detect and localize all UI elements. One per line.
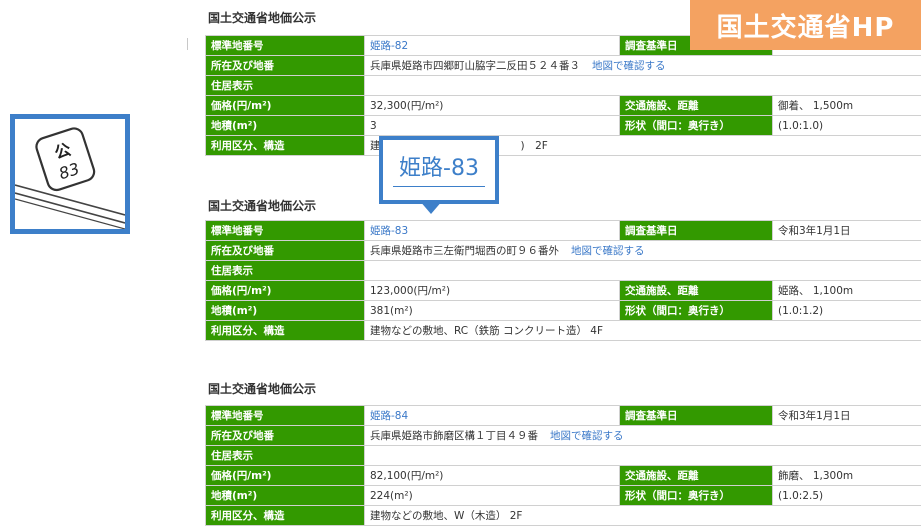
label-shape: 形状（間口：奥行き） (619, 485, 773, 506)
record-id-link[interactable]: 姫路-84 (370, 410, 408, 422)
label-transport: 交通施設、距離 (619, 465, 773, 486)
value-price: 32,300(円/m²) (364, 95, 620, 116)
value-address: 兵庫県姫路市飾磨区構１丁目４９番 (370, 430, 538, 442)
map-link[interactable]: 地図で確認する (550, 430, 624, 442)
record-3-title: 国土交通省地価公示 (208, 382, 317, 396)
label-area: 地積(m²) (205, 300, 365, 321)
label-price: 価格(円/m²) (205, 280, 365, 301)
callout-bubble: 姫路-83 (379, 136, 499, 214)
record-id-link[interactable]: 姫路-83 (370, 225, 408, 237)
label-residential: 住居表示 (205, 75, 365, 96)
value-usage: 建物などの敷地、RC（鉄筋 コンクリート造） 4F (364, 320, 921, 341)
table-row: 価格(円/m²) 82,100(円/m²) 交通施設、距離 飾磨、 1,300m (205, 465, 921, 486)
value-price: 82,100(円/m²) (364, 465, 620, 486)
table-row: 地積(m²) 224(m²) 形状（間口：奥行き） (1.0:2.5) (205, 485, 921, 506)
label-price: 価格(円/m²) (205, 95, 365, 116)
value-survey-date: 令和3年1月1日 (772, 220, 921, 241)
table-row: 住居表示 (205, 75, 921, 96)
table-row: 標準地番号 姫路-83 調査基準日 令和3年1月1日 (205, 220, 921, 241)
label-residential: 住居表示 (205, 445, 365, 466)
label-usage: 利用区分、構造 (205, 320, 365, 341)
label-survey-date: 調査基準日 (619, 220, 773, 241)
table-row: 住居表示 (205, 445, 921, 466)
table-row: 住居表示 (205, 260, 921, 281)
label-address: 所在及び地番 (205, 55, 365, 76)
map-link[interactable]: 地図で確認する (571, 245, 645, 257)
record-id-link[interactable]: 姫路-82 (370, 40, 408, 52)
record-3-table: 標準地番号 姫路-84 調査基準日 令和3年1月1日 所在及び地番 兵庫県姫路市… (205, 405, 921, 526)
value-area: 3 (364, 115, 620, 136)
label-usage: 利用区分、構造 (205, 135, 365, 156)
value-transport: 姫路、 1,100m (772, 280, 921, 301)
label-transport: 交通施設、距離 (619, 280, 773, 301)
value-shape: (1.0:2.5) (772, 485, 921, 506)
value-address: 兵庫県姫路市四郷町山脇字二反田５２４番３ (370, 60, 580, 72)
marker-plate-icon: 公 83 (14, 127, 126, 230)
table-row: 価格(円/m²) 32,300(円/m²) 交通施設、距離 御着、 1,500m (205, 95, 921, 116)
table-row: 利用区分、構造 建物などの敷地、W（木造） 2F (205, 505, 921, 526)
value-area: 224(m²) (364, 485, 620, 506)
value-transport: 御着、 1,500m (772, 95, 921, 116)
record-1-table: 標準地番号 姫路-82 調査基準日 所在及び地番 兵庫県姫路市四郷町山脇字二反田… (205, 35, 921, 156)
value-price: 123,000(円/m²) (364, 280, 620, 301)
label-id: 標準地番号 (205, 405, 365, 426)
table-row: 地積(m²) 381(m²) 形状（間口：奥行き） (1.0:1.2) (205, 300, 921, 321)
value-address: 兵庫県姫路市三左衛門堀西の町９６番外 (370, 245, 559, 257)
label-shape: 形状（間口：奥行き） (619, 300, 773, 321)
value-transport: 飾磨、 1,300m (772, 465, 921, 486)
land-price-marker-image: 公 83 (10, 114, 130, 234)
label-shape: 形状（間口：奥行き） (619, 115, 773, 136)
mlit-hp-banner[interactable]: 国土交通省HP (690, 0, 921, 50)
label-area: 地積(m²) (205, 485, 365, 506)
label-residential: 住居表示 (205, 260, 365, 281)
record-1-title: 国土交通省地価公示 (208, 11, 317, 25)
table-row: 利用区分、構造 建物などの敷地、RC（鉄筋 コンクリート造） 4F (205, 320, 921, 341)
label-usage: 利用区分、構造 (205, 505, 365, 526)
label-id: 標準地番号 (205, 35, 365, 56)
table-row: 所在及び地番 兵庫県姫路市三左衛門堀西の町９６番外 地図で確認する (205, 240, 921, 261)
value-shape: (1.0:1.2) (772, 300, 921, 321)
value-residential (364, 75, 921, 96)
callout-pointer-icon (419, 200, 443, 214)
value-area: 381(m²) (364, 300, 620, 321)
label-id: 標準地番号 (205, 220, 365, 241)
record-2-table: 標準地番号 姫路-83 調査基準日 令和3年1月1日 所在及び地番 兵庫県姫路市… (205, 220, 921, 341)
table-row: 標準地番号 姫路-84 調査基準日 令和3年1月1日 (205, 405, 921, 426)
value-usage-tail: ) 2F (520, 140, 548, 152)
label-transport: 交通施設、距離 (619, 95, 773, 116)
table-row: 所在及び地番 兵庫県姫路市飾磨区構１丁目４９番 地図で確認する (205, 425, 921, 446)
label-price: 価格(円/m²) (205, 465, 365, 486)
label-survey-date: 調査基準日 (619, 405, 773, 426)
callout-label: 姫路-83 (399, 156, 479, 181)
table-row: 地積(m²) 3 形状（間口：奥行き） (1.0:1.0) (205, 115, 921, 136)
value-survey-date: 令和3年1月1日 (772, 405, 921, 426)
table-row: 利用区分、構造 建) 2F (205, 135, 921, 156)
callout-underline (393, 186, 485, 187)
value-residential (364, 445, 921, 466)
label-area: 地積(m²) (205, 115, 365, 136)
value-usage: 建物などの敷地、W（木造） 2F (364, 505, 921, 526)
table-row: 価格(円/m²) 123,000(円/m²) 交通施設、距離 姫路、 1,100… (205, 280, 921, 301)
map-link[interactable]: 地図で確認する (592, 60, 666, 72)
label-address: 所在及び地番 (205, 240, 365, 261)
label-address: 所在及び地番 (205, 425, 365, 446)
table-row: 所在及び地番 兵庫県姫路市四郷町山脇字二反田５２４番３ 地図で確認する (205, 55, 921, 76)
edge-divider (187, 38, 188, 50)
record-2-title: 国土交通省地価公示 (208, 199, 317, 213)
value-shape: (1.0:1.0) (772, 115, 921, 136)
value-residential (364, 260, 921, 281)
